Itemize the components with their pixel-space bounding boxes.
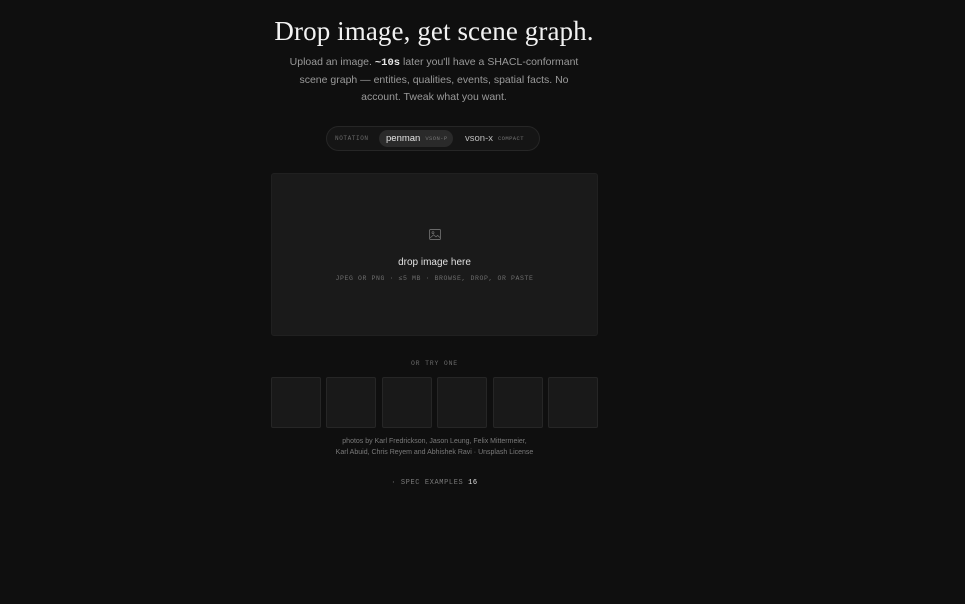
- notation-option-name: vson-x: [465, 133, 493, 144]
- image-icon: [429, 229, 441, 240]
- notation-switch: NOTATION penman VSON-P vson-x COMPACT: [326, 126, 540, 151]
- notation-option-vson-x[interactable]: vson-x COMPACT: [458, 130, 536, 147]
- notation-option-tag: VSON-P: [425, 135, 448, 142]
- page-subtitle: Upload an image. ~10s later you'll have …: [280, 54, 588, 106]
- dropzone-hint: JPEG OR PNG · ≤5 MB · BROWSE, DROP, OR P…: [335, 275, 534, 282]
- sample-thumbnail[interactable]: [326, 377, 376, 428]
- sample-thumbnail[interactable]: [493, 377, 543, 428]
- sample-thumbnail[interactable]: [437, 377, 487, 428]
- notation-option-tag: COMPACT: [497, 135, 524, 142]
- sample-thumbnail[interactable]: [382, 377, 432, 428]
- credits-line: Karl Abuid, Chris Reyem and Abhishek Rav…: [335, 449, 534, 456]
- photo-credits: photos by Karl Fredrickson, Jason Leung,…: [271, 436, 598, 458]
- spec-examples-link[interactable]: · SPEC EXAMPLES 16: [271, 479, 598, 487]
- sample-thumbnail[interactable]: [271, 377, 321, 428]
- spec-examples-count: 16: [468, 479, 478, 487]
- credits-line: photos by Karl Fredrickson, Jason Leung,…: [342, 438, 527, 445]
- subtitle-time: ~10s: [374, 57, 401, 69]
- notation-option-name: penman: [386, 133, 421, 144]
- dropzone-title: drop image here: [398, 257, 471, 268]
- spec-examples-label: · SPEC EXAMPLES: [391, 479, 464, 487]
- samples-label: OR TRY ONE: [410, 360, 458, 367]
- notation-label: NOTATION: [335, 135, 369, 142]
- notation-option-penman[interactable]: penman VSON-P: [379, 130, 453, 147]
- page-title: Drop image, get scene graph.: [274, 16, 594, 46]
- sample-thumbnail[interactable]: [548, 377, 598, 428]
- subtitle-intro: Upload an image.: [289, 56, 375, 68]
- image-dropzone[interactable]: drop image here JPEG OR PNG · ≤5 MB · BR…: [271, 173, 598, 336]
- page: Drop image, get scene graph. Upload an i…: [0, 0, 965, 604]
- sample-images: [271, 377, 598, 428]
